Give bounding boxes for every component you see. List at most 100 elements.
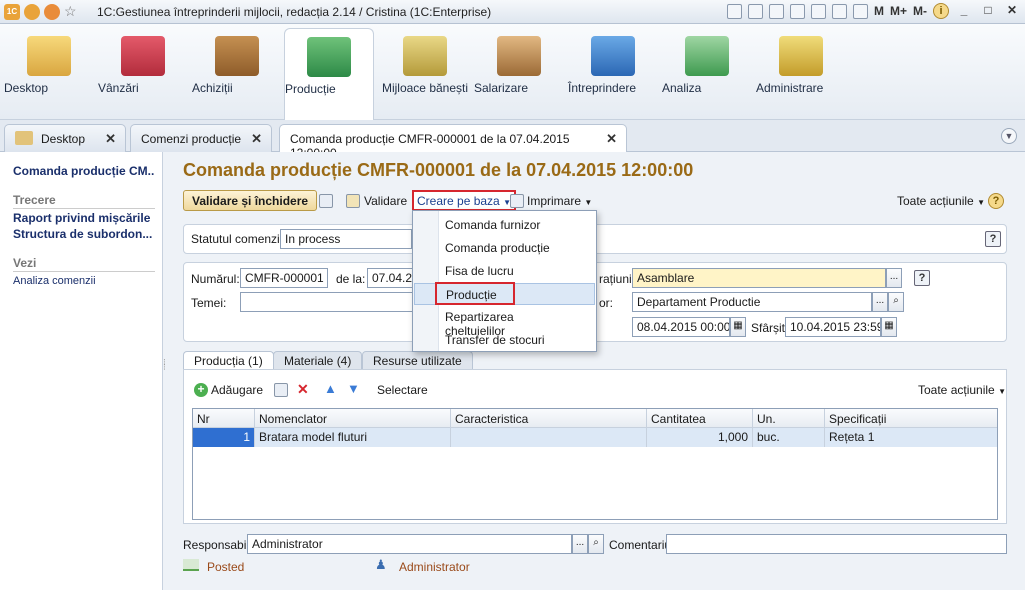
validare-inchidere-button[interactable]: Validare și închidere (183, 190, 318, 211)
column-header[interactable]: Un. (753, 409, 825, 428)
column-header[interactable]: Cantitatea (647, 409, 753, 428)
tab-comanda-productie[interactable]: Comanda producție CMFR-000001 de la 07.0… (279, 124, 627, 160)
section-sales[interactable]: Vânzări (98, 28, 188, 118)
maximize-button[interactable]: □ (979, 3, 997, 19)
menu-item-fisa-de-lucru[interactable]: Fisa de lucru (414, 260, 595, 282)
highlight-frame (435, 282, 515, 305)
department-field[interactable]: Departament Productie (632, 292, 872, 312)
delete-icon[interactable]: ✕ (297, 381, 309, 398)
section-analysis[interactable]: Analiza (662, 28, 752, 118)
close-icon[interactable]: ✕ (606, 131, 617, 147)
save-icon[interactable] (726, 3, 742, 19)
date-field[interactable]: 07.04.20 (367, 268, 417, 288)
temei-field[interactable] (240, 292, 416, 312)
section-admin[interactable]: Administrare (756, 28, 846, 118)
responsible-field[interactable]: Administrator (247, 534, 572, 554)
search-icon[interactable]: ⌕ (588, 534, 604, 554)
operation-type-field[interactable]: Asamblare (632, 268, 886, 288)
section-production[interactable]: Producție (284, 28, 374, 120)
move-down-icon[interactable]: ▼ (347, 381, 360, 396)
toate-actiunile-button[interactable]: Toate acțiunile ▼ (897, 194, 985, 208)
nav-current[interactable]: Comanda producție CM... (13, 164, 155, 178)
section-desktop[interactable]: Desktop (4, 28, 94, 118)
table-cell[interactable]: Bratara model fluturi (255, 428, 451, 447)
document-form: Comanda producție CMFR-000001 de la 07.0… (170, 152, 1025, 590)
table-cell[interactable]: 1 (193, 428, 255, 447)
memory-minus-button[interactable]: M- (913, 4, 927, 18)
move-up-icon[interactable]: ▲ (324, 381, 337, 396)
status-field[interactable]: In process (280, 229, 412, 249)
nav-link-analiza[interactable]: Analiza comenzii (13, 275, 155, 287)
table-cell[interactable]: 1,000 (647, 428, 753, 447)
section-payroll[interactable]: Salarizare (474, 28, 564, 118)
products-table[interactable]: Nr Nomenclator Caracteristica Cantitatea… (192, 408, 998, 520)
print-icon[interactable] (510, 194, 524, 208)
column-header[interactable]: Nomenclator (255, 409, 451, 428)
tab-productia[interactable]: Producția (1) (183, 351, 274, 371)
end-date-field[interactable]: 10.04.2015 23:59:5 (785, 317, 881, 337)
star-icon[interactable]: ☆ (64, 3, 77, 20)
table-cell[interactable]: buc. (753, 428, 825, 447)
sales-icon (121, 36, 165, 76)
table-cell[interactable]: Rețeta 1 (825, 428, 997, 447)
section-enterprise[interactable]: Întreprindere (568, 28, 658, 118)
calendar-icon[interactable]: ▦ (730, 317, 746, 337)
validare-button[interactable]: Validare (364, 194, 407, 208)
column-header[interactable]: Nr (193, 409, 255, 428)
comment-field[interactable] (666, 534, 1007, 554)
help-icon[interactable]: ? (985, 231, 1001, 247)
add-icon: + (194, 383, 208, 397)
close-button[interactable]: ✕ (1003, 3, 1021, 19)
tab-desktop[interactable]: Desktop ✕ (4, 124, 126, 152)
print-icon[interactable] (747, 3, 763, 19)
select-items-button[interactable]: Selectare (377, 383, 428, 397)
creare-pe-baza-button[interactable]: Creare pe baza ▼ (412, 190, 516, 211)
search-icon[interactable]: ⌕ (888, 292, 904, 312)
help-icon[interactable]: ? (914, 270, 930, 286)
desktop-icon (15, 131, 33, 145)
menu-item-repartizarea[interactable]: Repartizarea cheltuielilor (414, 306, 595, 338)
table-cell[interactable] (451, 428, 647, 447)
chevron-down-icon[interactable]: ▼ (1001, 128, 1017, 144)
add-button[interactable]: Adăugare (211, 383, 263, 397)
calculator-icon[interactable] (831, 3, 847, 19)
tab-comenzi-productie[interactable]: Comenzi producție ✕ (130, 124, 272, 152)
nav-link-raport[interactable]: Raport privind mișcările (13, 211, 155, 225)
panel-splitter[interactable]: ⁝ ⁝ (163, 358, 169, 380)
number-field[interactable]: CMFR-000001 (240, 268, 328, 288)
copy-icon[interactable] (274, 383, 288, 397)
minimize-button[interactable]: _ (955, 3, 973, 19)
close-icon[interactable]: ✕ (251, 131, 262, 147)
select-button[interactable]: ... (872, 292, 888, 312)
select-button[interactable]: ... (886, 268, 902, 288)
table-actions-button[interactable]: Toate acțiunile ▼ (918, 383, 1006, 397)
home-icon[interactable] (44, 3, 60, 20)
validate-icon[interactable] (346, 194, 360, 208)
close-icon[interactable]: ✕ (105, 131, 116, 147)
column-header[interactable]: Caracteristica (451, 409, 647, 428)
menu-item-comanda-furnizor[interactable]: Comanda furnizor (414, 214, 595, 236)
nav-link-structura[interactable]: Structura de subordon... (13, 227, 155, 241)
memory-plus-button[interactable]: M+ (890, 4, 907, 18)
calendar-icon[interactable] (852, 3, 868, 19)
select-button[interactable]: ... (572, 534, 588, 554)
tab-resurse[interactable]: Resurse utilizate (362, 351, 473, 370)
start-date-field[interactable]: 08.04.2015 00:00:0 (632, 317, 730, 337)
column-header[interactable]: Specificații (825, 409, 997, 428)
info-icon[interactable]: i (933, 3, 949, 19)
menu-icon[interactable] (24, 3, 40, 20)
tab-materiale[interactable]: Materiale (4) (273, 351, 363, 370)
menu-item-transfer[interactable]: Transfer de stocuri (414, 329, 595, 351)
help-icon[interactable]: ? (988, 193, 1004, 209)
section-money[interactable]: Mijloace bănești (380, 28, 470, 118)
save-icon[interactable] (319, 194, 333, 208)
menu-item-comanda-productie[interactable]: Comanda producție (414, 237, 595, 259)
link-icon[interactable] (810, 3, 826, 19)
imprimare-button[interactable]: Imprimare ▼ (527, 194, 592, 208)
favorites-icon[interactable] (789, 3, 805, 19)
calendar-icon[interactable]: ▦ (881, 317, 897, 337)
memory-button[interactable]: M (874, 4, 884, 18)
section-purchases[interactable]: Achiziții (192, 28, 282, 118)
preview-icon[interactable] (768, 3, 784, 19)
window-tabs: Desktop ✕ Comenzi producție ✕ Comanda pr… (0, 120, 1025, 160)
